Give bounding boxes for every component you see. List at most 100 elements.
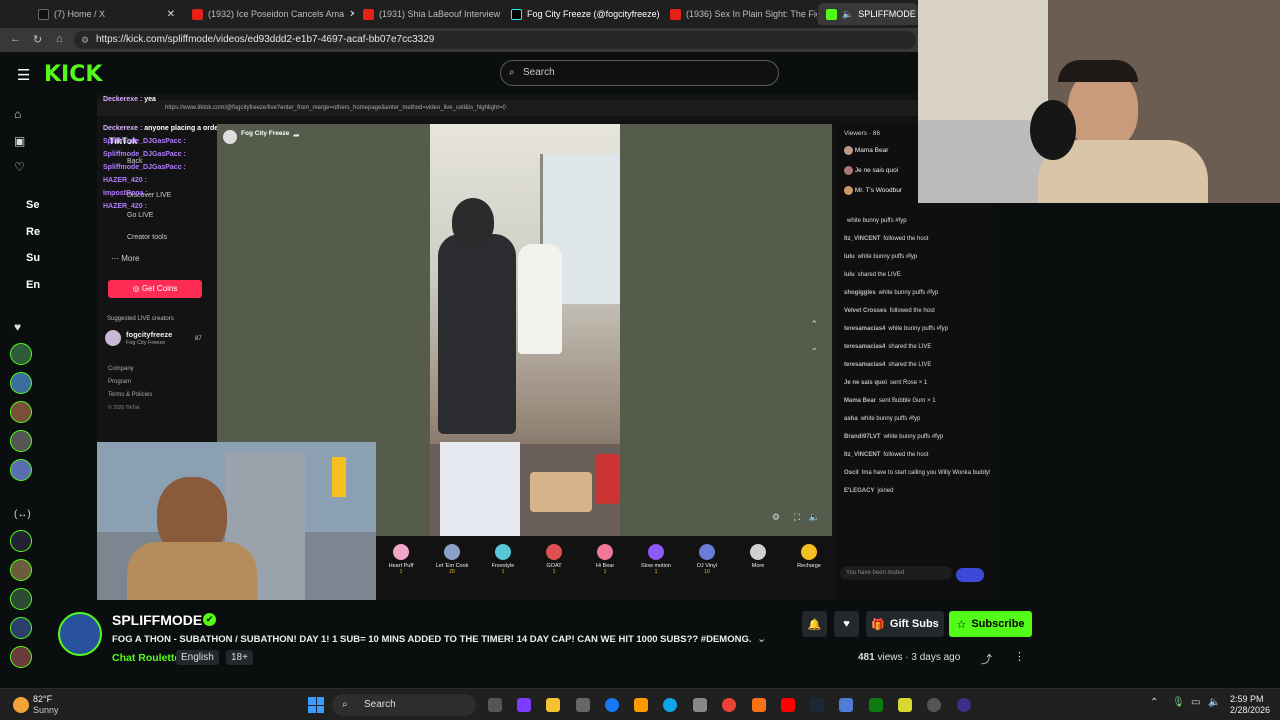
expand-icon[interactable]: (↔) [14,509,31,520]
gift-item[interactable]: Hi Bear 1 [581,544,629,575]
sidebar-avatar[interactable] [10,372,32,394]
channel-name[interactable]: SPLIFFMODE [112,612,202,628]
category-link[interactable]: Chat Roulette [112,652,180,664]
edge-icon[interactable] [663,698,677,712]
chevron-down-icon[interactable]: ⌄ [757,632,766,645]
copilot-icon[interactable] [517,698,531,712]
xbox-icon[interactable] [869,698,883,712]
sidebar-avatar[interactable] [10,588,32,610]
obs-icon[interactable] [957,698,971,712]
home-icon[interactable]: ⌂ [14,107,21,121]
chat-user[interactable]: Je ne sais quoi [844,380,887,386]
heart-icon[interactable]: ♥ [14,320,21,334]
chat-user[interactable]: E'LEGACY [844,488,874,494]
gift-item[interactable]: DJ Vinyl 10 [683,544,731,575]
chat-user[interactable]: Velvet Crosses [844,308,887,314]
task-view-icon[interactable] [488,698,502,712]
sidebar-avatar[interactable] [10,646,32,668]
sidebar-avatar[interactable] [10,530,32,552]
clock-time[interactable]: 2:59 PM [1230,694,1264,704]
sidebar-avatar[interactable] [10,430,32,452]
tab-youtube-1[interactable]: (1932) Ice Poseidon Cancels Ama ✕ [184,3,354,25]
tiktok-more[interactable]: ⋯ More [111,254,139,263]
more-options-icon[interactable]: ⋮ [1014,650,1025,663]
vlc-icon[interactable] [752,698,766,712]
chat-user[interactable]: teresamacias4 [844,362,885,368]
chat-user[interactable]: lulu [844,254,855,260]
chat-user[interactable]: Itz_VINCENT [844,452,880,458]
weather-temp[interactable]: 82°F [33,694,52,704]
tab-kick-active[interactable]: 🔈 SPLIFFMODE - W [818,3,918,25]
volume-icon[interactable]: 🔈 [1208,697,1220,708]
sidebar-avatar[interactable] [10,459,32,481]
amazon-icon[interactable] [634,698,648,712]
footer-link[interactable]: Terms & Policies [108,392,152,398]
gift-item[interactable]: Freestyle 1 [479,544,527,575]
chat-user[interactable]: teresamacias4 [844,326,885,332]
viewer-row[interactable]: Je ne sais quoi [844,166,898,175]
chat-user[interactable]: Oscil [844,470,859,476]
store-icon[interactable] [576,698,590,712]
windows-start-icon[interactable] [308,697,324,713]
app-icon[interactable] [839,698,853,712]
kick-logo[interactable]: KICK [44,62,102,87]
chat-user[interactable]: teresamacias4 [844,344,885,350]
reload-icon[interactable]: ↻ [33,33,42,46]
settings-icon[interactable] [927,698,941,712]
chat-user[interactable]: Brandi97LVT [844,434,881,440]
viewer-row[interactable]: Mama Bear [844,146,888,155]
menu-icon[interactable]: ☰ [17,66,30,84]
gift-item[interactable]: Heart Puff 1 [377,544,425,575]
get-coins-button[interactable]: ◎ Get Coins [108,280,202,298]
search-input[interactable]: ⌕ Search [500,60,779,86]
chrome-icon[interactable] [722,698,736,712]
file-explorer-icon[interactable] [546,698,560,712]
close-icon[interactable]: ✕ [167,9,175,20]
sidebar-section-1[interactable]: Se [26,199,39,211]
youtube-icon[interactable] [781,698,795,712]
close-icon[interactable]: ✕ [349,9,354,20]
display-icon[interactable]: ▭ [1191,697,1200,708]
tag-adult[interactable]: 18+ [226,650,253,665]
url-field[interactable]: ⚙ https://kick.com/spliffmode/videos/ed9… [74,31,916,49]
sidebar-section-2[interactable]: Re [26,226,40,238]
notification-button[interactable]: 🔔 [802,611,827,637]
browse-icon[interactable]: ▣ [14,134,25,148]
channel-avatar[interactable] [58,612,102,656]
back-icon[interactable]: ← [10,33,21,45]
gift-subs-button[interactable]: 🎁 Gift Subs [866,611,944,637]
settings-icon[interactable]: ⚙ [772,512,780,523]
clock-date[interactable]: 2/28/2026 [1230,705,1270,715]
chat-user[interactable]: lulu [844,272,855,278]
chevron-down-icon[interactable]: ⌄ [810,342,818,353]
gift-item[interactable]: Let 'Em Cook 20 [428,544,476,575]
home-icon[interactable]: ⌂ [56,33,63,45]
suggested-creator-name[interactable]: fogcityfreeze [126,330,172,339]
microphone-icon[interactable]: 🎙 [1172,697,1185,708]
tiktok-creator-tools[interactable]: Creator tools [127,234,167,241]
share-icon[interactable]: ➦ [293,131,300,140]
sidebar-avatar[interactable] [10,343,32,365]
viewer-row[interactable]: Mr. T's Woodbur [844,186,902,195]
sidebar-avatar[interactable] [10,401,32,423]
volume-icon[interactable]: 🔈 [809,512,820,523]
chevron-up-icon[interactable]: ⌃ [1150,697,1158,708]
gift-item[interactable]: GOAT 1 [530,544,578,575]
tiktok-go-live[interactable]: Go LIVE [127,212,153,219]
share-icon[interactable]: ⤴ [981,651,992,667]
follow-button[interactable]: ♥ [834,611,859,637]
chevron-up-icon[interactable]: ⌃ [810,319,818,330]
creator-avatar[interactable] [105,330,121,346]
fullscreen-icon[interactable]: ⛶ [794,512,800,523]
sidebar-avatar[interactable] [10,559,32,581]
host-name[interactable]: Fog City Freeze [241,130,289,137]
tab-youtube-3[interactable]: (1936) Sex In Plain Sight: The Fig ✕ [662,3,817,25]
chat-user[interactable]: shogiggles [844,290,876,296]
gift-item[interactable]: Slow motion 1 [632,544,680,575]
steam-icon[interactable] [810,698,824,712]
tab-tiktok[interactable]: Fog City Freeze (@fogcityfreeze) | ✕ [503,3,661,25]
sidebar-avatar[interactable] [10,617,32,639]
following-icon[interactable]: ♡ [14,160,25,174]
tab-youtube-2[interactable]: (1931) Shia LaBeouf Interview - Yo ✕ [355,3,501,25]
tab-twitter[interactable]: (7) Home / X ✕ [30,3,183,25]
